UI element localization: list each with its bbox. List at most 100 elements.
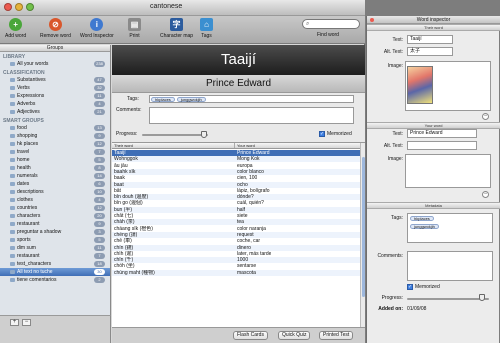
- sidebar-item[interactable]: dim sum 11: [0, 244, 110, 252]
- search-input[interactable]: ⌕: [302, 19, 360, 29]
- their-alt-text-field[interactable]: 太子: [407, 47, 453, 56]
- flash-cards-button[interactable]: Flash Cards: [233, 331, 268, 340]
- sidebar-item[interactable]: clothes 4: [0, 196, 110, 204]
- sidebar-item-label: home: [17, 157, 30, 163]
- sidebar-item[interactable]: Adjectives 21: [0, 108, 110, 116]
- tag-token[interactable]: hkplaces: [410, 216, 434, 221]
- your-image-well[interactable]: [405, 154, 491, 188]
- sidebar-item[interactable]: All text no tuche 30: [0, 268, 110, 276]
- progress-slider-knob[interactable]: [201, 131, 207, 138]
- folder-icon: [10, 158, 15, 162]
- sidebar-item[interactable]: Adverbs 4: [0, 100, 110, 108]
- table-row[interactable]: chóh (坐) sentarse: [112, 263, 360, 269]
- sidebar-item[interactable]: preguntar a shadow 3: [0, 228, 110, 236]
- add-word-button[interactable]: + Add word: [5, 18, 26, 39]
- their-word-section-header: Their word: [367, 24, 500, 31]
- table-row[interactable]: âu jāu europa: [112, 163, 360, 169]
- table-row[interactable]: chē (車) coche, car: [112, 238, 360, 244]
- inspector-memorized-checkbox[interactable]: ✓: [407, 284, 413, 290]
- table-row[interactable]: cháang sīk (橙色) color naranja: [112, 226, 360, 232]
- add-group-button[interactable]: +: [10, 319, 19, 326]
- sidebar-item[interactable]: home 5: [0, 156, 110, 164]
- remove-word-button[interactable]: ⊘ Remove word: [40, 18, 71, 39]
- sidebar-item[interactable]: Substantives 47: [0, 76, 110, 84]
- inspector-title-bar[interactable]: Word inspector: [367, 16, 500, 24]
- your-alt-text-field[interactable]: [407, 141, 477, 150]
- table-row[interactable]: bun (半) half: [112, 206, 360, 213]
- tag-token[interactable]: hkplaces: [151, 97, 175, 102]
- sidebar-item[interactable]: countries 12: [0, 204, 110, 212]
- print-label: Print: [129, 33, 140, 39]
- tags-field[interactable]: hkplaces junggwokjih: [149, 95, 354, 103]
- sidebar-item[interactable]: food 13: [0, 124, 110, 132]
- sidebar-item[interactable]: descriptions 10: [0, 188, 110, 196]
- sidebar-item[interactable]: characters 20: [0, 212, 110, 220]
- table-row[interactable]: chúng maht (種物) mascota: [112, 269, 360, 276]
- folder-icon: [10, 214, 15, 218]
- sidebar-item[interactable]: tiene comentarios 2: [0, 276, 110, 284]
- added-on-label: Added on:: [378, 306, 403, 312]
- sidebar-item[interactable]: shopping 9: [0, 132, 110, 140]
- table-row[interactable]: Wohnggok Mong Kok: [112, 156, 360, 163]
- inspector-comments-field[interactable]: [407, 251, 493, 281]
- table-row[interactable]: bīn go (邊個) cuál, quién?: [112, 200, 360, 206]
- sidebar-item[interactable]: numerals 14: [0, 172, 110, 180]
- word-inspector-button[interactable]: i Word Inspector: [80, 18, 114, 39]
- memorized-checkbox[interactable]: ✓: [319, 131, 325, 137]
- minimize-window-button[interactable]: [15, 3, 23, 11]
- sidebar-item[interactable]: restaurant 7: [0, 252, 110, 260]
- their-word-cell: âu jāu: [114, 162, 128, 169]
- title-bar[interactable]: cantonese: [0, 0, 365, 16]
- word-table: Their word Your word Taaijí Prince Edward…: [112, 142, 365, 327]
- tag-token[interactable]: junggwokjih: [176, 97, 206, 102]
- sidebar-item-label: restaurant: [17, 253, 40, 259]
- comments-field[interactable]: [149, 107, 354, 124]
- progress-slider[interactable]: [142, 134, 208, 136]
- table-row[interactable]: baahk sīk color blanco: [112, 168, 360, 175]
- table-row[interactable]: Taaijí Prince Edward: [112, 150, 360, 156]
- zoom-window-button[interactable]: [26, 3, 34, 11]
- inspector-progress-knob[interactable]: [479, 294, 485, 301]
- folder-icon: [10, 262, 15, 266]
- table-row[interactable]: baat ocho: [112, 181, 360, 188]
- table-row[interactable]: chīn (千) 1000: [112, 257, 360, 264]
- tags-button[interactable]: ⌂ Tags: [200, 18, 213, 39]
- table-scrollbar-thumb[interactable]: [362, 157, 365, 297]
- table-row[interactable]: chāt (七) siete: [112, 213, 360, 219]
- sidebar-item-label: Expressions: [17, 93, 45, 99]
- table-row[interactable]: baak cien, 100: [112, 175, 360, 181]
- your-word-column-header[interactable]: Your word: [235, 143, 255, 148]
- your-text-field[interactable]: Prince Edward: [407, 129, 477, 138]
- sidebar-item[interactable]: sports 5: [0, 236, 110, 244]
- table-row[interactable]: chéng (請) request: [112, 231, 360, 238]
- print-button[interactable]: ▤ Print: [128, 18, 141, 39]
- table-row[interactable]: bīn douh (邊度) dónde?: [112, 194, 360, 201]
- table-scrollbar[interactable]: [360, 143, 365, 327]
- close-window-button[interactable]: [4, 3, 12, 11]
- printed-test-button[interactable]: Printed Test: [319, 331, 354, 340]
- sidebar-item[interactable]: hk places 12: [0, 140, 110, 148]
- table-row[interactable]: chín (錢) dinero: [112, 244, 360, 251]
- character-map-button[interactable]: 字 Character map: [160, 18, 193, 39]
- their-word-column-header[interactable]: Their word: [112, 143, 235, 148]
- sidebar-item[interactable]: dates 6: [0, 180, 110, 188]
- table-row[interactable]: bāt lápiz, bolígrafo: [112, 188, 360, 194]
- inspector-tags-field[interactable]: hkplaces junggwokjih: [407, 213, 493, 243]
- sidebar-item[interactable]: health 8: [0, 164, 110, 172]
- sidebar-item[interactable]: test_characters 18: [0, 260, 110, 268]
- sidebar-item[interactable]: All your words 238: [0, 60, 110, 68]
- quick-quiz-button[interactable]: Quick Quiz: [278, 331, 311, 340]
- sidebar-item[interactable]: restaurant 9: [0, 220, 110, 228]
- remove-your-image-button[interactable]: −: [482, 191, 489, 198]
- sidebar-item[interactable]: travel 7: [0, 148, 110, 156]
- remove-image-button[interactable]: −: [482, 113, 489, 120]
- table-row[interactable]: chìh (遲) later, más tarde: [112, 251, 360, 257]
- table-row[interactable]: chàh (茶) tea: [112, 219, 360, 226]
- remove-group-button[interactable]: −: [22, 319, 31, 326]
- inspector-progress-slider[interactable]: [407, 298, 489, 300]
- sidebar-item[interactable]: Expressions 11: [0, 92, 110, 100]
- sidebar-item[interactable]: Verbs 32: [0, 84, 110, 92]
- tag-token[interactable]: junggwokjih: [410, 224, 439, 229]
- close-inspector-button[interactable]: [370, 18, 374, 22]
- their-text-field[interactable]: Taaijí: [407, 35, 453, 44]
